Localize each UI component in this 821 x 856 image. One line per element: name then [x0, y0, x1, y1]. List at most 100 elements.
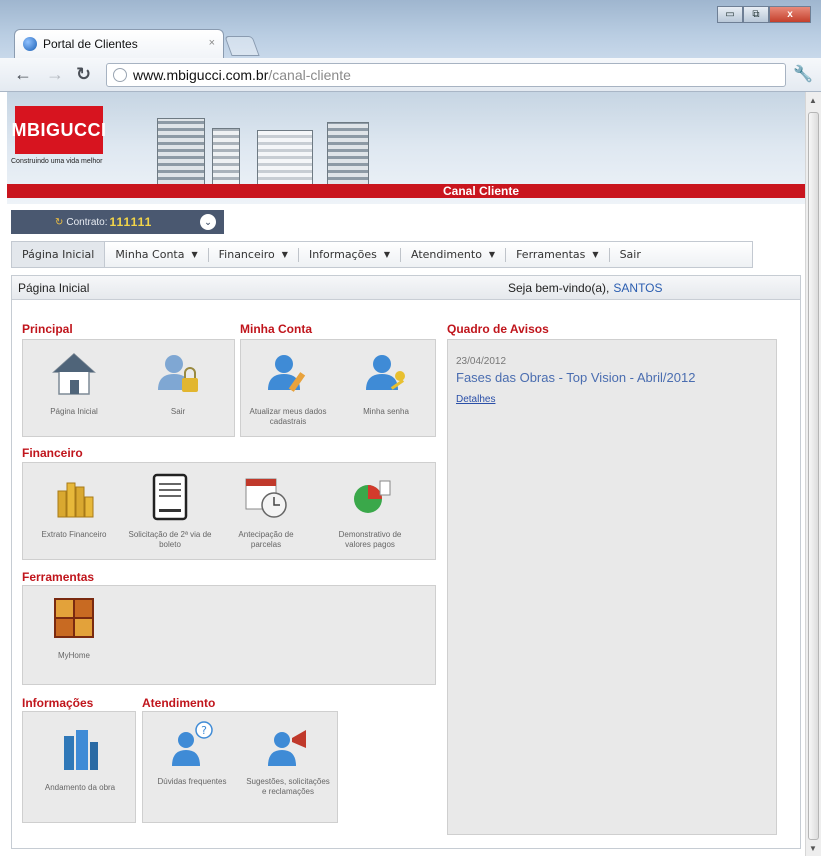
- menu-sair[interactable]: Sair: [610, 242, 651, 267]
- shortcut-label: Demonstrativo de valores pagos: [338, 530, 402, 549]
- shortcut-sugestoes[interactable]: Sugestões, solicitações e reclamações: [245, 720, 331, 797]
- contract-label: Contrato:: [66, 216, 108, 228]
- shortcut-label: Dúvidas frequentes: [157, 777, 227, 786]
- menu-ferramentas[interactable]: Ferramentas ▼: [506, 242, 608, 267]
- browser-titlebar: Portal de Clientes × ▭ ⧉ x: [0, 0, 821, 58]
- notice-title[interactable]: Fases das Obras - Top Vision - Abril/201…: [456, 370, 695, 385]
- new-tab-button[interactable]: [224, 36, 260, 56]
- caret-down-icon: ▼: [488, 250, 496, 259]
- shortcut-label: Antecipação de parcelas: [238, 530, 294, 549]
- menu-label: Sair: [619, 248, 641, 261]
- document-icon: [152, 473, 188, 521]
- page-icon: [113, 68, 127, 82]
- shortcut-label: Atualizar meus dados cadastrais: [249, 407, 327, 426]
- shortcut-label: Minha senha: [363, 407, 409, 416]
- maximize-button[interactable]: ⧉: [743, 6, 769, 23]
- menu-pagina-inicial[interactable]: Página Inicial: [12, 242, 106, 267]
- shortcut-label: MyHome: [57, 651, 90, 660]
- notice-date: 23/04/2012: [456, 356, 507, 367]
- shortcut-minha-senha[interactable]: Minha senha: [343, 350, 429, 417]
- coins-icon: [57, 482, 94, 518]
- banner-red-bar: [7, 184, 805, 198]
- menu-atendimento[interactable]: Atendimento ▼: [401, 242, 505, 267]
- menu-informacoes[interactable]: Informações ▼: [299, 242, 400, 267]
- notice-details-link[interactable]: Detalhes: [456, 394, 495, 405]
- caret-down-icon: ▼: [191, 250, 198, 259]
- web-page: MBIGUCCI Construindo uma vida melhor Can…: [7, 92, 805, 856]
- menu-label: Ferramentas: [516, 248, 586, 261]
- globe-icon: [23, 37, 37, 51]
- building-icon: [64, 730, 98, 770]
- atendimento-group: ? Dúvidas frequentes Sugestões, solicita…: [142, 711, 338, 823]
- shortcut-label: Solicitação de 2ª via de boleto: [128, 530, 212, 549]
- address-bar[interactable]: www.mbigucci.com.br /canal-cliente: [106, 63, 786, 87]
- section-title-atendimento: Atendimento: [142, 696, 216, 710]
- menu-label: Atendimento: [411, 248, 482, 261]
- notice-board: 23/04/2012 Fases das Obras - Top Vision …: [447, 339, 777, 835]
- svg-text:?: ?: [201, 724, 207, 737]
- informacoes-group: Andamento da obra: [22, 711, 136, 823]
- vertical-scrollbar[interactable]: ▲ ▼: [805, 92, 821, 856]
- section-title-ferramentas: Ferramentas: [22, 570, 95, 584]
- contract-value: 111111: [109, 215, 153, 229]
- scroll-down-icon[interactable]: ▼: [809, 844, 817, 853]
- shortcut-label: Sair: [170, 407, 186, 416]
- back-arrow-icon[interactable]: ←: [14, 65, 32, 83]
- shortcut-segunda-via-boleto[interactable]: Solicitação de 2ª via de boleto: [127, 473, 213, 550]
- close-window-button[interactable]: x: [769, 6, 811, 23]
- shortcut-pagina-inicial[interactable]: Página Inicial: [31, 350, 117, 417]
- shortcut-extrato-financeiro[interactable]: Extrato Financeiro: [31, 473, 117, 540]
- calendar-clock-icon: [245, 478, 287, 518]
- user-key-icon: [366, 355, 405, 390]
- browser-toolbar: ← → ↻ www.mbigucci.com.br /canal-cliente…: [0, 58, 821, 92]
- welcome-user[interactable]: SANTOS: [613, 281, 662, 295]
- building-illustration: [157, 118, 205, 188]
- refresh-icon: ↻: [55, 216, 64, 228]
- shortcut-sair[interactable]: Sair: [135, 350, 221, 417]
- financeiro-group: Extrato Financeiro Solicitação de 2ª via…: [22, 462, 436, 560]
- building-illustration: [327, 122, 369, 188]
- menu-financeiro[interactable]: Financeiro ▼: [209, 242, 298, 267]
- shortcut-duvidas-frequentes[interactable]: ? Dúvidas frequentes: [149, 720, 235, 787]
- panel-header: Página Inicial Seja bem-vindo(a), SANTOS: [12, 276, 800, 300]
- tab-title: Portal de Clientes: [43, 37, 138, 51]
- chevron-down-icon[interactable]: ⌄: [200, 214, 216, 230]
- shortcut-demonstrativo-valores[interactable]: Demonstrativo de valores pagos: [327, 473, 413, 550]
- window-controls: ▭ ⧉ x: [717, 6, 811, 23]
- menu-minha-conta[interactable]: Minha Conta ▼: [105, 242, 207, 267]
- welcome-text: Seja bem-vindo(a),: [508, 281, 610, 295]
- principal-group: Página Inicial Sair: [22, 339, 235, 437]
- reload-icon[interactable]: ↻: [76, 65, 91, 83]
- shortcut-label: Andamento da obra: [44, 783, 116, 792]
- section-title-financeiro: Financeiro: [22, 446, 83, 460]
- ferramentas-group: MyHome: [22, 585, 436, 685]
- myhome-icon: [54, 598, 94, 638]
- minha-conta-group: Atualizar meus dados cadastrais Minha se…: [240, 339, 436, 437]
- scroll-up-icon[interactable]: ▲: [809, 96, 817, 105]
- house-icon: [52, 352, 96, 395]
- minimize-button[interactable]: ▭: [717, 6, 743, 23]
- pie-chart-icon: [354, 480, 391, 513]
- browser-tab[interactable]: Portal de Clientes ×: [14, 29, 224, 58]
- canal-cliente-label: Canal Cliente: [443, 184, 520, 198]
- shortcut-atualizar-dados[interactable]: Atualizar meus dados cadastrais: [245, 350, 331, 427]
- scroll-thumb[interactable]: [808, 112, 819, 840]
- section-title-principal: Principal: [22, 322, 73, 336]
- content-panel: Página Inicial Seja bem-vindo(a), SANTOS …: [11, 275, 801, 849]
- contract-selector[interactable]: ↻ Contrato: 111111 ⌄: [11, 210, 224, 234]
- wrench-icon[interactable]: 🔧: [793, 64, 813, 84]
- shortcut-andamento-obra[interactable]: Andamento da obra: [37, 726, 123, 793]
- shortcut-myhome[interactable]: MyHome: [31, 594, 117, 661]
- user-lock-icon: [158, 355, 198, 392]
- site-logo[interactable]: MBIGUCCI: [12, 106, 106, 154]
- forward-arrow-icon[interactable]: →: [46, 65, 64, 83]
- shortcut-antecipacao-parcelas[interactable]: Antecipação de parcelas: [223, 473, 309, 550]
- close-tab-icon[interactable]: ×: [209, 37, 215, 49]
- caret-down-icon: ▼: [383, 250, 390, 259]
- menu-label: Minha Conta: [115, 248, 185, 261]
- building-illustration: [257, 130, 313, 188]
- section-title-informacoes: Informações: [22, 696, 94, 710]
- shortcut-label: Extrato Financeiro: [41, 530, 107, 539]
- url-host: www.mbigucci.com.br: [133, 67, 269, 83]
- caret-down-icon: ▼: [592, 250, 599, 259]
